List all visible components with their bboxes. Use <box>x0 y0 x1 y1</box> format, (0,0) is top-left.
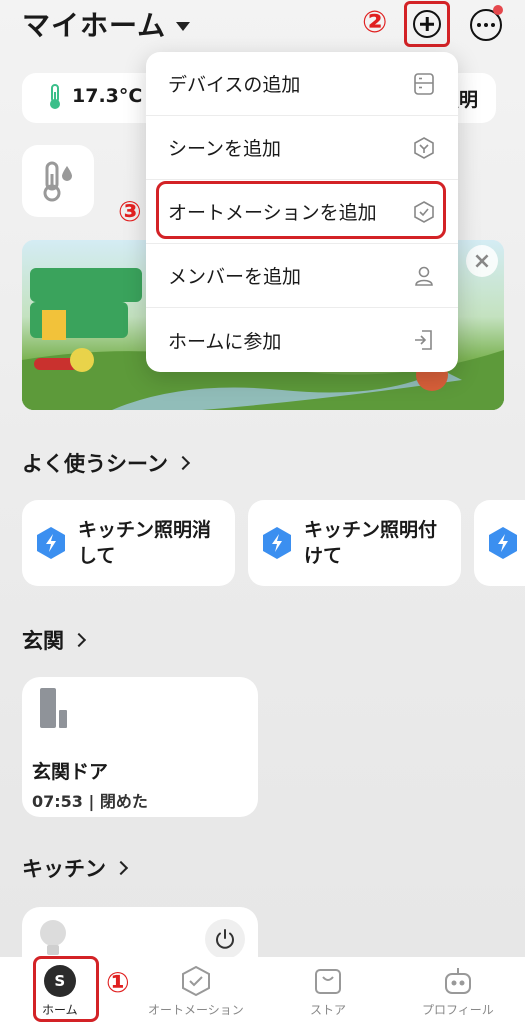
scene-card-partial[interactable] <box>474 500 525 586</box>
section-title: 玄関 <box>22 629 64 653</box>
menu-item-add-member[interactable]: メンバーを追加 <box>146 244 458 308</box>
plus-circle-icon <box>413 10 441 38</box>
menu-item-label: メンバーを追加 <box>168 266 302 288</box>
bulb-icon <box>40 920 66 955</box>
annotation-1: ① <box>106 966 130 999</box>
menu-item-label: シーンを追加 <box>168 138 282 160</box>
scene-lightning-icon <box>37 527 65 559</box>
annotation-3: ③ <box>118 195 142 228</box>
menu-item-label: デバイスの追加 <box>168 74 301 96</box>
automation-highlight <box>156 181 446 239</box>
thermometer-icon <box>50 84 60 109</box>
menu-item-add-device[interactable]: デバイスの追加 <box>146 52 458 116</box>
nav-label: ストア <box>310 1003 347 1017</box>
door-sensor-icon <box>40 688 67 728</box>
store-icon <box>315 969 341 994</box>
scene-label: キッチン照明付 けて <box>304 519 438 567</box>
annotation-2: ② <box>362 5 388 40</box>
device-icon <box>414 72 434 95</box>
nav-label: プロフィール <box>422 1003 494 1017</box>
more-dot <box>484 23 488 27</box>
power-button[interactable] <box>205 919 245 959</box>
power-icon <box>216 929 234 949</box>
page-title: マイホーム <box>22 9 167 42</box>
join-icon <box>415 330 432 350</box>
section-entrance[interactable]: 玄関 <box>22 625 87 655</box>
nav-profile[interactable]: プロフィール <box>422 965 494 1018</box>
scene-icon <box>414 136 434 159</box>
profile-robot-icon <box>444 968 471 994</box>
member-icon <box>415 266 433 286</box>
chevron-right-icon <box>113 860 129 876</box>
thermo-hygrometer-icon <box>43 161 72 202</box>
close-icon: × <box>472 248 492 274</box>
scene-lightning-icon <box>489 527 517 559</box>
scene-lightning-icon <box>263 527 291 559</box>
menu-item-join-home[interactable]: ホームに参加 <box>146 308 458 372</box>
banner-close-button[interactable]: × <box>466 245 498 277</box>
home-highlight <box>33 956 99 1022</box>
scene-label: キッチン照明消 して <box>78 519 212 567</box>
menu-item-label: ホームに参加 <box>168 330 282 353</box>
caret-down-icon <box>176 21 191 31</box>
chevron-right-icon <box>71 632 87 648</box>
notification-dot <box>493 5 503 15</box>
scene-card[interactable]: キッチン照明付 けて <box>248 500 461 586</box>
device-status: 07:53 | 閉めた <box>32 792 148 811</box>
more-dot <box>477 23 481 27</box>
nav-store[interactable]: ストア <box>310 965 346 1018</box>
thermo-hygrometer-tile[interactable] <box>22 145 94 217</box>
section-title: よく使うシーン <box>22 452 168 476</box>
section-favorite-scenes[interactable]: よく使うシーン <box>22 448 191 478</box>
device-name: 玄関ドア <box>32 761 109 783</box>
home-selector[interactable]: マイホーム <box>22 4 191 44</box>
section-kitchen[interactable]: キッチン <box>22 853 129 883</box>
section-title: キッチン <box>22 857 106 881</box>
nav-label: オートメーション <box>148 1003 244 1017</box>
automation-nav-icon <box>181 965 210 997</box>
more-dot <box>491 23 495 27</box>
nav-automation[interactable]: オートメーション <box>148 965 244 1018</box>
chevron-right-icon <box>175 455 191 471</box>
scene-card[interactable]: キッチン照明消 して <box>22 500 235 586</box>
menu-item-add-scene[interactable]: シーンを追加 <box>146 116 458 180</box>
temperature-value: 17.3°C <box>72 85 143 107</box>
add-button[interactable] <box>404 1 450 47</box>
